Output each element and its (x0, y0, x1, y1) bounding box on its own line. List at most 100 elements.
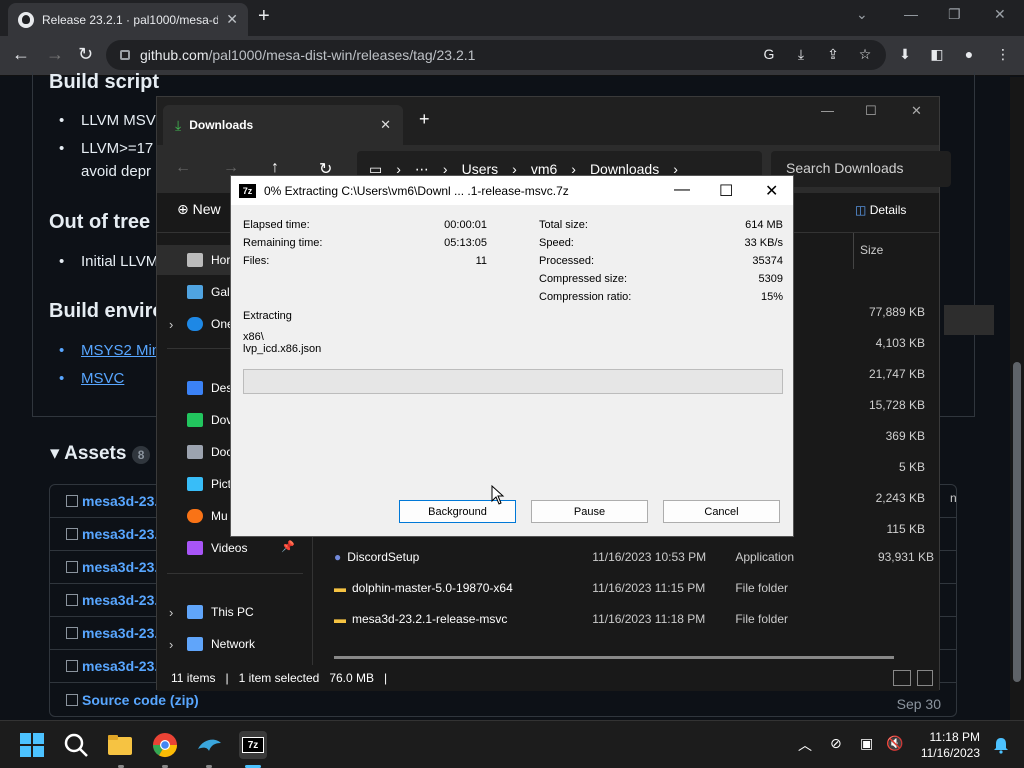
profile-icon[interactable]: ● (960, 46, 978, 64)
sevenzip-taskbar-icon: 7z (242, 737, 264, 753)
install-app-icon[interactable]: ⤓ (792, 46, 810, 64)
file-explorer-taskbar-icon[interactable] (106, 731, 134, 759)
expand-network-icon[interactable]: › (169, 637, 173, 652)
sevenzip-taskbar-button[interactable]: 7z (239, 731, 267, 759)
close-explorer-tab-icon[interactable]: ✕ (380, 117, 391, 133)
back-icon[interactable]: ← (12, 44, 30, 65)
system-clock[interactable]: 11:18 PM 11/16/2023 (921, 729, 980, 761)
chrome-taskbar-icon[interactable] (151, 731, 179, 759)
new-tab-icon[interactable]: + (258, 5, 270, 28)
nav-item-network[interactable]: Network (187, 637, 255, 651)
display-icon[interactable]: ▣ (860, 735, 873, 752)
google-icon[interactable]: G (760, 46, 778, 64)
nav-item-documents[interactable]: Doc (187, 445, 232, 459)
sevenzip-icon: 7z (239, 183, 256, 198)
url-path: /pal1000/mesa-dist-win/releases/tag/23.2… (208, 47, 476, 63)
source-code-link[interactable]: Source code (zip) (82, 692, 199, 708)
clock-date: 11/16/2023 (920, 746, 980, 760)
scrollbar-thumb[interactable] (1013, 362, 1021, 682)
asset-link[interactable]: mesa3d-23. (82, 592, 158, 608)
explorer-maximize-icon[interactable]: ☐ (865, 103, 877, 119)
out-of-tree-heading: Out of tree (49, 211, 151, 233)
file-type: File folder (735, 580, 789, 595)
nav-item-music[interactable]: Mu (187, 509, 228, 523)
reload-icon[interactable]: ↻ (78, 44, 93, 65)
nav-videos-label: Videos (211, 541, 248, 555)
side-panel-icon[interactable]: ◧ (928, 46, 946, 64)
nav-divider (167, 573, 303, 574)
discord-icon: ● (334, 549, 342, 564)
explorer-close-icon[interactable]: ✕ (911, 103, 922, 119)
assets-heading[interactable]: ▾ Assets 8 (50, 442, 151, 465)
page-scrollbar[interactable] (1010, 77, 1024, 720)
dialog-maximize-icon[interactable]: ☐ (719, 181, 733, 201)
lock-icon (120, 50, 130, 60)
dolphin-taskbar-icon[interactable] (195, 731, 223, 759)
asset-link[interactable]: mesa3d-23. (82, 559, 158, 575)
cancel-button[interactable]: Cancel (663, 500, 780, 523)
asset-link[interactable]: mesa3d-23. (82, 493, 158, 509)
asset-link[interactable]: mesa3d-23. (82, 526, 158, 542)
search-icon[interactable] (62, 731, 90, 759)
tab-search-chevron-icon[interactable]: ⌄ (856, 6, 868, 23)
show-hidden-icons-chevron[interactable]: ︿ (798, 735, 812, 755)
new-item-button[interactable]: ⊕ New (177, 201, 221, 218)
nav-item-this-pc[interactable]: This PC (187, 605, 254, 619)
folder-icon: ▬ (334, 611, 346, 626)
clock-time: 11:18 PM (929, 730, 980, 744)
close-tab-icon[interactable]: ✕ (226, 11, 238, 28)
new-explorer-tab-icon[interactable]: + (419, 109, 430, 130)
explorer-back-icon[interactable]: ← (175, 159, 191, 177)
horizontal-scrollbar[interactable] (334, 656, 894, 659)
network-icon (187, 637, 203, 651)
browser-tab[interactable]: Release 23.2.1 · pal1000/mesa-di ✕ (8, 3, 248, 36)
tiles-view-icon[interactable] (917, 670, 933, 686)
close-window-icon[interactable]: ✕ (994, 6, 1006, 23)
dialog-close-icon[interactable]: ✕ (765, 181, 778, 201)
list-item[interactable]: ▬ dolphin-master-5.0-19870-x64 11/16/2023… (334, 572, 934, 603)
volume-muted-icon[interactable]: 🔇 (886, 735, 903, 752)
bookmark-star-icon[interactable]: ☆ (856, 46, 874, 64)
share-icon[interactable]: ⇪ (824, 46, 842, 64)
msvc-link[interactable]: MSVC (81, 370, 124, 387)
extracting-label: Extracting (243, 310, 292, 322)
restore-window-icon[interactable]: ❐ (948, 6, 961, 23)
pause-button[interactable]: Pause (531, 500, 648, 523)
file-date: 11/16/2023 11:15 PM (592, 580, 706, 595)
details-view-icon[interactable] (893, 670, 911, 686)
dialog-minimize-icon[interactable]: — (674, 181, 690, 199)
nav-item-desktop[interactable]: Des (187, 381, 232, 395)
list-item[interactable]: ▬ mesa3d-23.2.1-release-msvc 11/16/2023 1… (334, 603, 934, 634)
nav-item-gallery[interactable]: Gall (187, 285, 232, 299)
windows-start-icon[interactable] (18, 731, 46, 759)
downloads-icon[interactable]: ⬇ (896, 46, 914, 64)
nav-item-pictures[interactable]: Pict (187, 477, 231, 491)
details-pane-button[interactable]: ◫ Details (855, 203, 906, 217)
explorer-tab-downloads[interactable]: ⤓ Downloads ✕ (163, 105, 403, 145)
forward-icon[interactable]: → (46, 44, 64, 65)
pin-icon[interactable]: 📌 (281, 540, 295, 553)
column-header-size[interactable]: Size (853, 233, 941, 269)
nav-item-videos[interactable]: Videos (187, 541, 247, 555)
list-item[interactable]: ● DiscordSetup 11/16/2023 10:53 PM Applic… (334, 541, 934, 572)
nav-item-downloads[interactable]: Dov (187, 413, 232, 427)
asset-link[interactable]: mesa3d-23. (82, 625, 158, 641)
minimize-window-icon[interactable]: — (904, 6, 918, 22)
chrome-menu-icon[interactable]: ⋮ (994, 46, 1012, 64)
expand-onedrive-icon[interactable]: › (169, 317, 173, 332)
extract-path-line2: lvp_icd.x86.json (243, 343, 322, 355)
expand-this-pc-icon[interactable]: › (169, 605, 173, 620)
explorer-search-input[interactable]: Search Downloads (771, 151, 951, 187)
nav-item-home[interactable]: Hor (187, 253, 230, 267)
explorer-minimize-icon[interactable]: — (821, 103, 834, 118)
mouse-cursor-icon (491, 485, 505, 505)
network-disconnected-icon[interactable]: ⊘ (830, 735, 842, 752)
nav-item-onedrive[interactable]: One (187, 317, 234, 331)
music-icon (187, 509, 203, 523)
asset-link[interactable]: mesa3d-23. (82, 658, 158, 674)
build-env-heading: Build enviro (49, 300, 165, 322)
file-size: 93,931 KB (877, 549, 934, 564)
msys2-link[interactable]: MSYS2 Min (81, 342, 160, 359)
sevenzip-extract-dialog: 7z 0% Extracting C:\Users\vm6\Downl ... … (230, 175, 794, 537)
notification-bell-icon[interactable] (992, 736, 1010, 754)
